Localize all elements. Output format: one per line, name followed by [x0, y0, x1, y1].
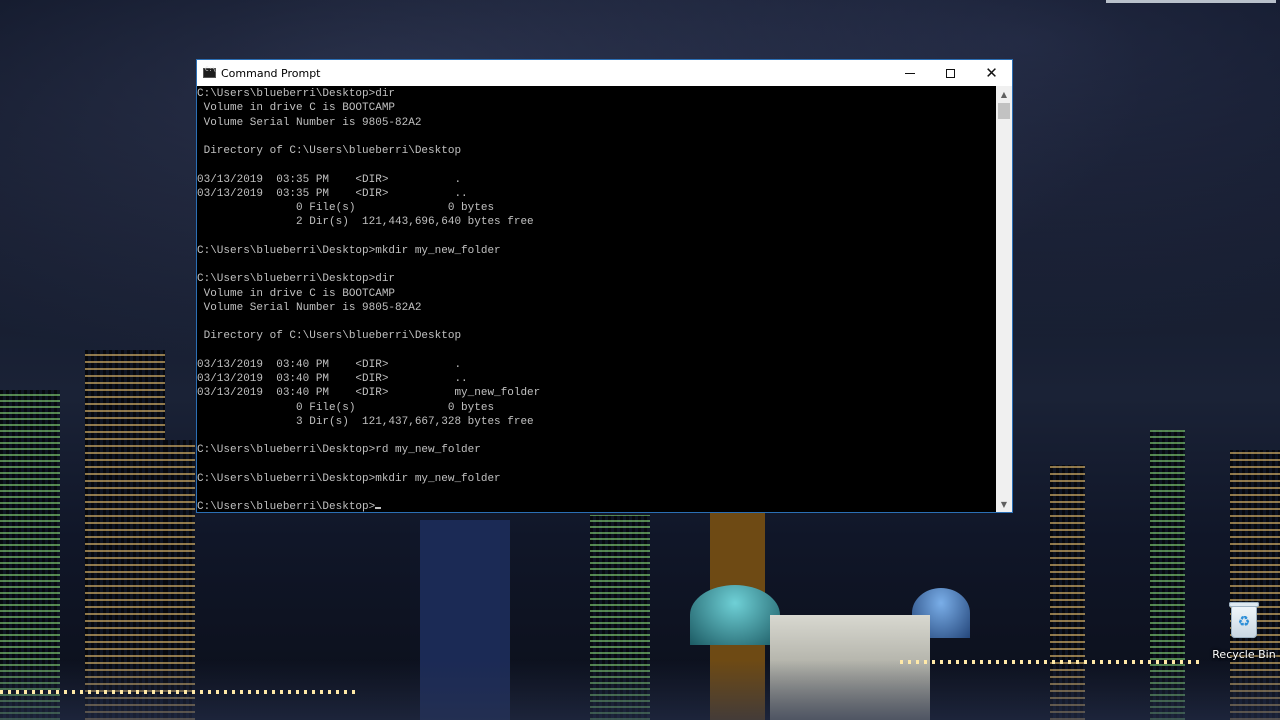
console-line: C:\Users\blueberri\Desktop>mkdir my_new_… [197, 244, 501, 257]
console-line: C:\Users\blueberri\Desktop>rd my_new_fol… [197, 444, 481, 457]
recycle-bin-label: Recycle Bin [1212, 648, 1276, 661]
maximize-button[interactable] [930, 60, 971, 86]
recycle-bin-shortcut[interactable]: ♻ Recycle Bin [1210, 600, 1278, 661]
maximize-icon [946, 68, 955, 78]
minimize-icon [904, 72, 915, 74]
console-line: 03/13/2019 03:35 PM <DIR> . [197, 173, 462, 186]
console-line: 03/13/2019 03:40 PM <DIR> . [197, 358, 462, 371]
console-line: 03/13/2019 03:40 PM <DIR> my_new_folder [197, 387, 541, 400]
wallpaper-lights [0, 690, 360, 694]
scroll-down-arrow-icon[interactable]: ▼ [996, 496, 1012, 512]
console-line: C:\Users\blueberri\Desktop>mkdir my_new_… [197, 472, 501, 485]
title-bar[interactable]: Command Prompt ✕ [197, 60, 1012, 86]
console-line: 03/13/2019 03:40 PM <DIR> .. [197, 373, 468, 385]
console-line: C:\Users\blueberri\Desktop>dir [197, 88, 396, 100]
cmd-icon [203, 66, 216, 78]
console-line: Directory of C:\Users\blueberri\Desktop [197, 145, 462, 157]
console-line: 3 Dir(s) 121,437,667,328 bytes free [197, 415, 534, 428]
console-line: Volume in drive C is BOOTCAMP [197, 102, 396, 115]
console-line: C:\Users\blueberri\Desktop>dir [197, 273, 396, 286]
recycle-symbol-icon: ♻ [1237, 614, 1251, 630]
minimize-button[interactable] [889, 60, 930, 86]
wallpaper-dome [690, 585, 780, 645]
wallpaper-lights [900, 660, 1200, 664]
console-line: Volume Serial Number is 9805-82A2 [197, 301, 422, 314]
scrollbar-thumb[interactable] [998, 103, 1010, 119]
console-line: 0 File(s) 0 bytes [197, 202, 495, 214]
recycle-bin-lid [1229, 602, 1259, 607]
console-line: Volume in drive C is BOOTCAMP [197, 287, 396, 300]
console-text: C:\Users\blueberri\Desktop>dir Volume in… [197, 86, 996, 512]
close-icon: ✕ [985, 63, 998, 82]
caption-buttons: ✕ [889, 60, 1012, 86]
console-line: 03/13/2019 03:35 PM <DIR> .. [197, 187, 468, 200]
top-edge-strip [1106, 0, 1276, 3]
close-button[interactable]: ✕ [971, 60, 1012, 86]
console-prompt: C:\Users\blueberri\Desktop> [197, 501, 376, 512]
scroll-up-arrow-icon[interactable]: ▲ [996, 86, 1012, 102]
vertical-scrollbar[interactable]: ▲ ▼ [996, 86, 1012, 512]
console-line: Directory of C:\Users\blueberri\Desktop [197, 330, 462, 343]
console-line: Volume Serial Number is 9805-82A2 [197, 116, 422, 129]
text-cursor [375, 507, 382, 510]
console-output[interactable]: C:\Users\blueberri\Desktop>dir Volume in… [197, 86, 996, 512]
command-prompt-window[interactable]: Command Prompt ✕ C:\Users\blueberri\Desk… [196, 59, 1013, 513]
console-line: 2 Dir(s) 121,443,696,640 bytes free [197, 216, 534, 229]
console-line: 0 File(s) 0 bytes [197, 401, 495, 414]
window-title: Command Prompt [221, 66, 321, 80]
recycle-bin-icon: ♻ [1227, 600, 1261, 640]
